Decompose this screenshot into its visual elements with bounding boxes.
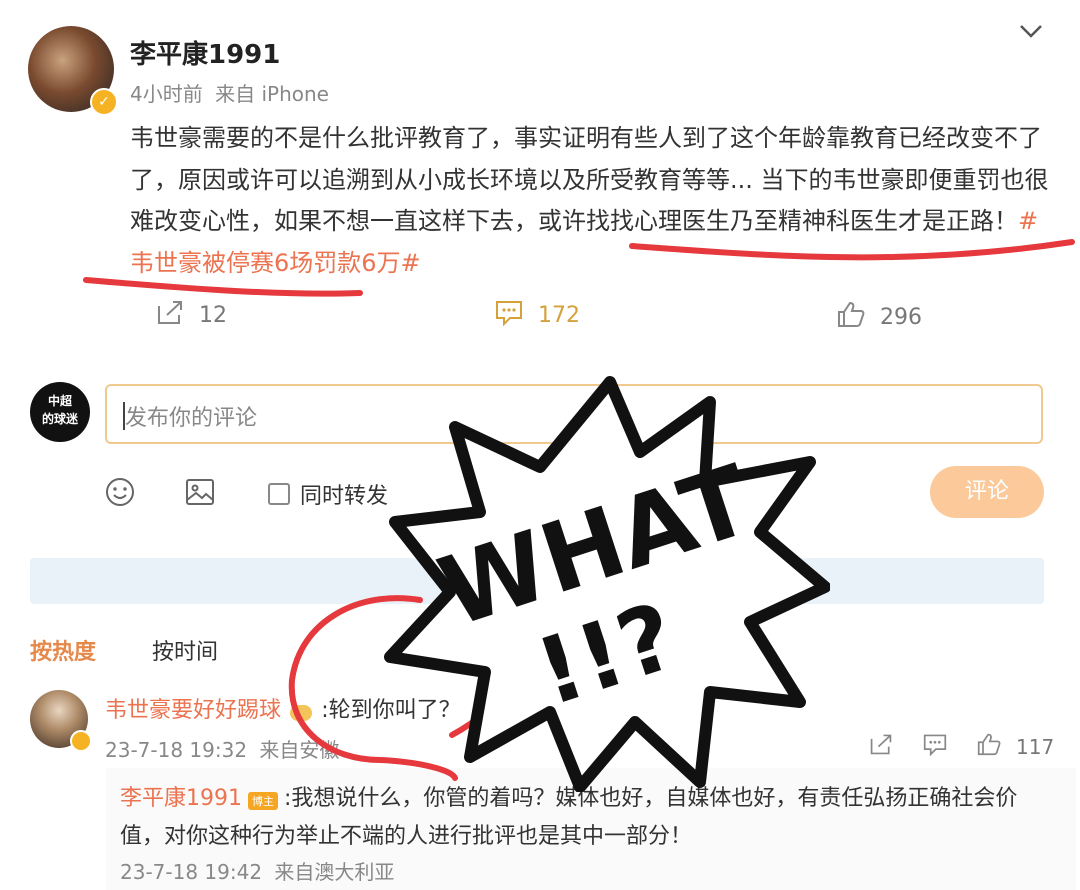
underline-top — [629, 239, 1075, 261]
underline-bottom — [83, 277, 363, 297]
what-sticker: WHAT !!? — [384, 376, 830, 792]
